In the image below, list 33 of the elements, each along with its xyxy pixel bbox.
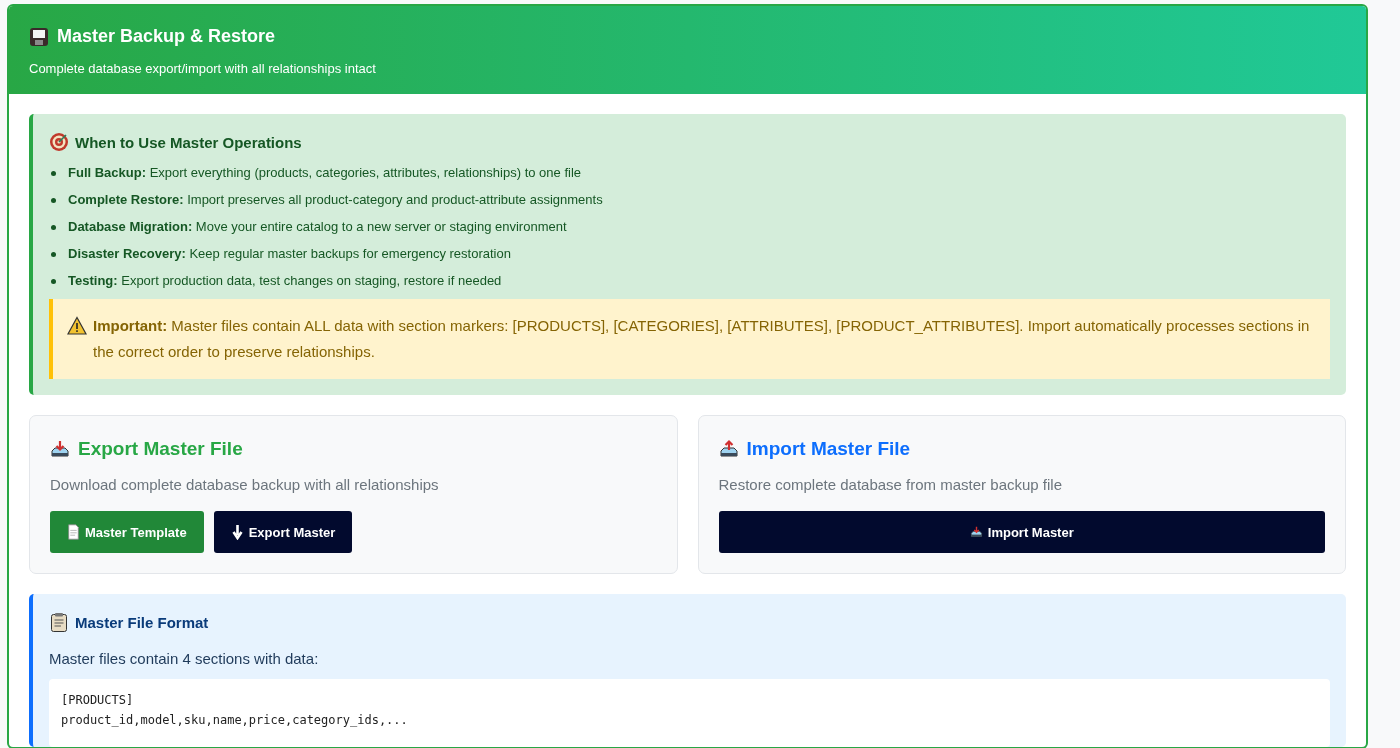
import-button[interactable]: Import Master [718,511,1325,553]
card-title: Export Master File [78,438,243,460]
usage-item: Disaster Recovery: Keep regular master backups for emergency restoration [68,245,511,263]
header-subtitle: Complete database export/import with all relationships intact [29,61,377,76]
usage-title: When to Use Master Operations [75,133,302,151]
usage-item: Complete Restore: Import preserves all product-category and product-attribute assignments [68,191,603,209]
bullet-icon [51,224,56,230]
down-arrow-icon [230,524,244,540]
usage-item: Database Migration: Move your entire catalog to a new server or staging environment [68,218,567,236]
bullet-icon [51,170,56,176]
card-title: Import Master File [746,438,911,460]
card-description: Download complete database backup with all relationships [50,476,440,493]
outbox-tray-icon [718,439,739,459]
usage-item: Testing: Export production data, test changes on staging, restore if needed [68,272,502,290]
export-button[interactable]: Export Master [213,511,353,553]
code-line: product_id,model,sku,name,price,category_ids,... [61,713,409,727]
template-button[interactable]: Master Template [50,511,204,553]
bullet-icon [51,251,56,257]
important-text: Important: Master files contain ALL data with section markers: [PRODUCTS], [CATEGORIES], [ATTRIBUTES], [PRODUCT_ATTRIBUTES]. Import automatically processes sections in the correct order to preserve relationships. [93,316,1311,362]
header-title: Master Backup & Restore [57,26,276,47]
code-line: [PRODUCTS] [61,693,135,707]
bullet-icon [51,197,56,203]
format-text: Master files contain 4 sections with data: [49,650,320,667]
target-icon [49,132,69,152]
format-title: Master File Format [75,613,209,631]
inbox-tray-icon [969,524,983,540]
card-description: Restore complete database from master backup file [718,476,1063,493]
inbox-tray-icon [50,439,70,459]
bullet-icon [51,278,56,284]
clipboard-icon [49,612,69,632]
document-icon [67,524,80,540]
usage-item: Full Backup: Export everything (products, categories, attributes, relationships) to one file [68,164,581,182]
warning-icon [67,316,87,336]
